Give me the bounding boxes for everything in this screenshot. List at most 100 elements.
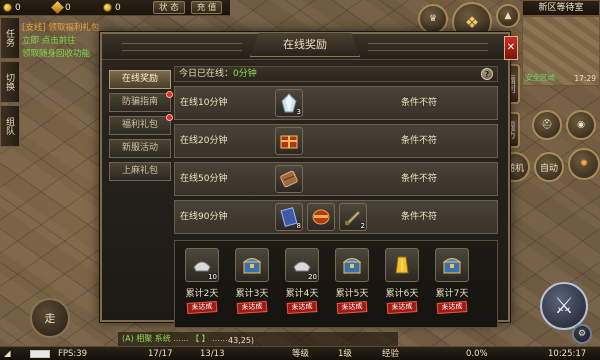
coin-icon <box>3 3 12 12</box>
close-button[interactable]: ✕ <box>504 36 518 60</box>
minimap-time: 17:29 <box>574 74 596 83</box>
status-button[interactable]: 状 态 <box>153 1 185 14</box>
side-item-new-server[interactable]: 新服活动 <box>109 139 171 158</box>
wifi-icon: ◢ <box>4 349 11 359</box>
today-value: 0分钟 <box>233 69 257 79</box>
treasure-icon: ❖ <box>464 12 480 32</box>
fire-icon: ✺ <box>580 159 588 169</box>
quest-tabs: 任务 切换 组队 <box>0 17 20 149</box>
resource-3: 0 <box>103 3 147 13</box>
not-reached-stamp: 未达成 <box>236 300 268 315</box>
row-label: 在线20分钟 <box>180 136 228 146</box>
reward-row: 在线90分钟 8 2 条件不符 <box>174 200 498 234</box>
ingot-icon[interactable]: 20 <box>285 248 319 282</box>
row-status: 条件不符 <box>401 136 438 146</box>
side-menu: 在线奖励 防骗指南 福利礼包 新服活动 上麻礼包 <box>109 70 173 185</box>
bottom-status-bar: ◢ FPS:39 17/17 13/13 等级 1级 经验 0.0% 10:25… <box>0 346 600 360</box>
exp-value: 0.0% <box>466 349 488 359</box>
not-reached-stamp: 未达成 <box>386 300 418 315</box>
mp-value: 13/13 <box>200 349 225 359</box>
notification-dot <box>166 91 173 98</box>
menu-arrow-button[interactable]: ▲ <box>496 4 520 28</box>
resource-bar: 0 0 0 状 态 充 值 <box>0 0 230 16</box>
joystick-label: 走 <box>44 312 56 325</box>
attack-button[interactable]: ⚔ <box>540 282 588 330</box>
gear-icon: ⚙ <box>577 329 587 339</box>
gold-icon <box>103 3 112 12</box>
level-label: 等级 <box>292 349 310 359</box>
side-item-online-reward[interactable]: 在线奖励 <box>109 70 171 89</box>
battery-icon <box>30 350 50 358</box>
cumulative-day: 累计3天 <box>235 289 269 299</box>
hp-value: 17/17 <box>148 349 173 359</box>
cumulative-cell: 累计6天 未达成 <box>385 248 419 315</box>
spellbook-icon[interactable]: 8 <box>275 203 303 231</box>
exp-label: 经验 <box>382 349 400 359</box>
trophy-icon: ♛ <box>428 14 438 24</box>
row-status: 条件不符 <box>401 174 438 184</box>
not-reached-stamp: 未达成 <box>286 300 318 315</box>
side-item-welfare-pack[interactable]: 福利礼包 <box>109 114 173 135</box>
clock: 10:25:17 <box>548 349 587 359</box>
header-ornament-left <box>122 43 242 51</box>
minimap-title: 新区等待室 <box>522 0 600 16</box>
not-reached-stamp: 未达成 <box>336 300 368 315</box>
arrow-up-icon: ▲ <box>504 11 512 21</box>
header-ornament-right <box>368 43 488 51</box>
reward-row: 在线20分钟 条件不符 <box>174 124 498 158</box>
resource-1: 0 <box>3 3 47 13</box>
minimap[interactable]: 安全区域 17:29 <box>522 16 600 86</box>
gem-icon <box>51 1 64 14</box>
tab-switch[interactable]: 切换 <box>0 61 20 103</box>
fps-label: FPS:39 <box>58 349 88 359</box>
scroll-icon[interactable] <box>275 165 303 193</box>
today-online: 今日已在线：0分钟 ? <box>174 66 498 82</box>
treasure-drum-icon[interactable] <box>307 203 335 231</box>
skill-button-3[interactable]: ✺ <box>568 148 600 180</box>
crystal-icon[interactable]: 3 <box>275 89 303 117</box>
side-item-anti-fraud[interactable]: 防骗指南 <box>109 91 173 112</box>
cumulative-cell: 累计7天 未达成 <box>435 248 469 315</box>
cumulative-cell: 累计5天 未达成 <box>335 248 369 315</box>
safe-area-label: 安全区域 <box>525 73 555 82</box>
cumulative-day: 累计6天 <box>385 289 419 299</box>
recharge-button[interactable]: 充 值 <box>190 1 223 14</box>
cumulative-day: 累计7天 <box>435 289 469 299</box>
chest-icon[interactable] <box>335 248 369 282</box>
chest-icon[interactable] <box>235 248 269 282</box>
cumulative-day: 累计5天 <box>335 289 369 299</box>
extra-skill-button[interactable]: ⚙ <box>572 324 592 344</box>
close-icon: ✕ <box>506 42 516 53</box>
reward-content: 今日已在线：0分钟 ? 在线10分钟 3 条件不符 在线20分钟 条件不符 在线… <box>174 66 498 328</box>
help-icon[interactable]: ? <box>481 68 493 80</box>
cumulative-day: 累计4天 <box>285 289 319 299</box>
row-label: 在线50分钟 <box>180 174 228 184</box>
side-item-gift-pack[interactable]: 上麻礼包 <box>109 162 171 181</box>
row-status: 条件不符 <box>401 212 438 222</box>
tab-team[interactable]: 组队 <box>0 105 20 147</box>
notification-dot <box>166 114 173 121</box>
gold-bar-icon[interactable] <box>385 248 419 282</box>
event-button[interactable]: ♛ <box>418 4 448 34</box>
movement-joystick[interactable]: 走 <box>30 298 70 338</box>
chest-icon[interactable] <box>435 248 469 282</box>
gift-box-icon[interactable] <box>275 127 303 155</box>
cumulative-cell: 20 累计4天 未达成 <box>285 248 319 315</box>
reward-row: 在线50分钟 条件不符 <box>174 162 498 196</box>
reward-row: 在线10分钟 3 条件不符 <box>174 86 498 120</box>
not-reached-stamp: 未达成 <box>436 300 468 315</box>
auto-button[interactable]: 自动 <box>534 152 564 182</box>
row-label: 在线90分钟 <box>180 212 228 222</box>
skill-button-2[interactable]: ◉ <box>566 110 596 140</box>
chat-strip[interactable]: (A) 相聚 系统 ...... 【 】 ...... <box>118 332 398 346</box>
today-label: 今日已在线： <box>179 69 234 79</box>
cumulative-cell: 累计3天 未达成 <box>235 248 269 315</box>
resource-2: 0 <box>51 1 97 14</box>
ingot-icon[interactable]: 10 <box>185 248 219 282</box>
tab-quest[interactable]: 任务 <box>0 17 20 59</box>
helmet-icon: ⛑ <box>541 120 553 130</box>
dialog-title: 在线奖励 <box>250 33 360 57</box>
skill-button-1[interactable]: ⛑ <box>532 110 562 140</box>
cumulative-day: 累计2天 <box>185 289 219 299</box>
horn-icon[interactable]: 2 <box>339 203 367 231</box>
